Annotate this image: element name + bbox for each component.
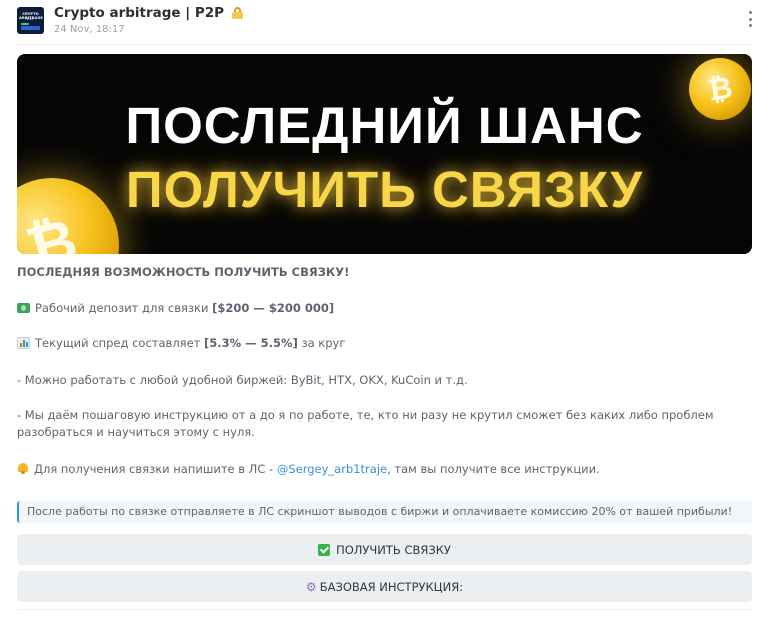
basic-instruction-button[interactable]: ⚙ БАЗОВАЯ ИНСТРУКЦИЯ: <box>17 571 752 602</box>
channel-title-text: Crypto arbitrage | P2P <box>54 5 225 21</box>
lock-icon <box>231 7 243 19</box>
get-bundle-label: ПОЛУЧИТЬ СВЯЗКУ <box>336 542 451 557</box>
post-banner-image[interactable]: ₿ ₿ ПОСЛЕДНИЙ ШАНС ПОЛУЧИТЬ СВЯЗКУ <box>17 54 752 254</box>
avatar-text-bottom: P2P <box>27 17 34 21</box>
basic-instruction-label: БАЗОВАЯ ИНСТРУКЦИЯ: <box>319 579 464 594</box>
banner-subheadline: ПОЛУЧИТЬ СВЯЗКУ <box>125 161 644 218</box>
contact-line: Для получения связки напишите в ЛС - @Se… <box>17 461 757 478</box>
footer-divider <box>17 609 753 610</box>
more-vertical-icon[interactable] <box>745 11 755 27</box>
bar-chart-icon <box>17 337 30 349</box>
contact-username-link[interactable]: @Sergey_arb1traje <box>277 462 387 476</box>
commission-quote: После работы по связке отправляете в ЛС … <box>17 501 752 523</box>
instruction-line: - Мы даём пошаговую инструкцию от а до я… <box>17 408 714 439</box>
check-mark-icon <box>318 543 331 556</box>
post-heading: ПОСЛЕДНЯЯ ВОЗМОЖНОСТЬ ПОЛУЧИТЬ СВЯЗКУ! <box>17 265 350 279</box>
avatar-decoration <box>21 23 29 25</box>
spread-line: Текущий спред составляет [5.3% — 5.5%] з… <box>17 335 757 352</box>
bell-icon <box>17 462 29 474</box>
get-bundle-button[interactable]: ПОЛУЧИТЬ СВЯЗКУ <box>17 534 752 565</box>
post-date: 24 Nov, 18:17 <box>54 24 125 35</box>
post-header: CRYPTO ARBITRAGE P2P Crypto arbitrage | … <box>17 5 757 41</box>
deposit-line: Рабочий депозит для связки [$200 — $200 … <box>17 300 757 317</box>
channel-avatar[interactable]: CRYPTO ARBITRAGE P2P <box>17 7 44 34</box>
avatar-decoration <box>21 26 40 30</box>
dollar-banknote-icon <box>17 303 30 313</box>
banner-headline: ПОСЛЕДНИЙ ШАНС <box>125 97 644 154</box>
header-divider <box>17 44 753 45</box>
channel-title[interactable]: Crypto arbitrage | P2P <box>54 5 243 21</box>
exchanges-line: - Можно работать с любой удобной биржей:… <box>17 373 468 387</box>
gear-icon: ⚙ <box>305 579 317 594</box>
